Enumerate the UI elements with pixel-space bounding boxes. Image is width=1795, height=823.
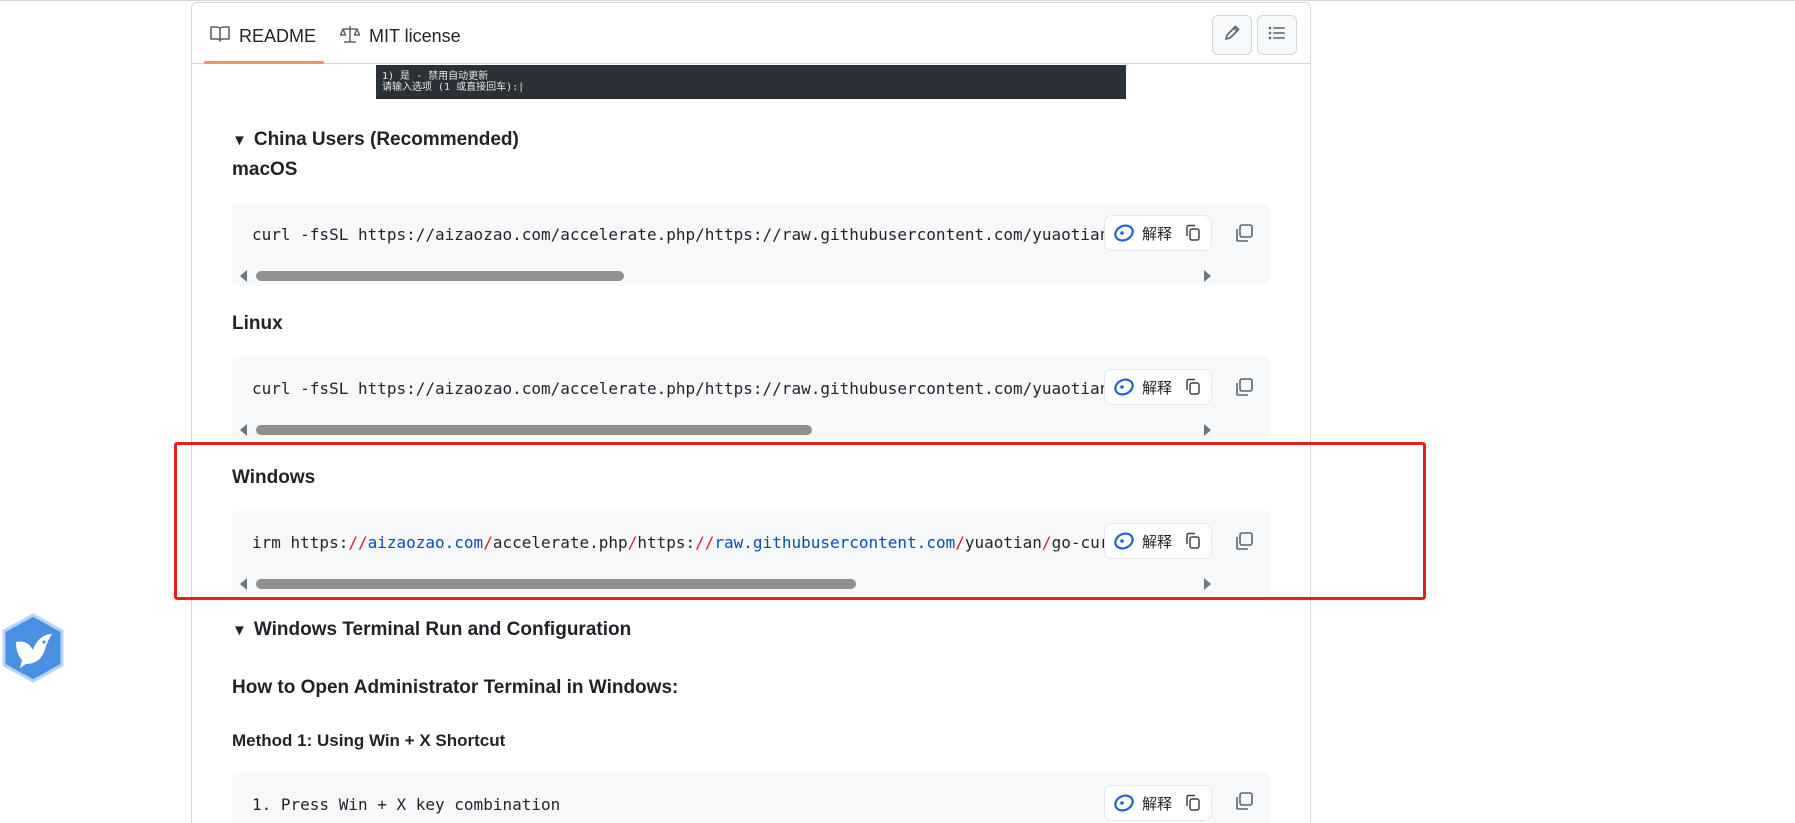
bird-icon: [2, 613, 64, 683]
explain-button[interactable]: 解释: [1104, 785, 1212, 821]
copy-icon: [1236, 378, 1253, 396]
code-text: curl -fsSL https://aizaozao.com/accelera…: [252, 225, 1129, 244]
pencil-icon: [1223, 24, 1241, 47]
triangle-down-icon: ▼: [232, 131, 247, 149]
copy-icon[interactable]: [1185, 224, 1201, 242]
code-block-macos[interactable]: curl -fsSL https://aizaozao.com/accelera…: [232, 203, 1270, 285]
copy-button[interactable]: [1228, 785, 1260, 817]
tab-readme[interactable]: README: [204, 21, 325, 64]
explain-button[interactable]: 解释: [1104, 369, 1212, 405]
highlight-box: [174, 442, 1426, 600]
active-tab-indicator: [204, 61, 325, 64]
triangle-down-icon: ▼: [232, 621, 247, 639]
scrollbar-thumb[interactable]: [256, 271, 624, 281]
scroll-right-icon[interactable]: [1204, 270, 1211, 282]
copy-icon: [1236, 224, 1253, 242]
tab-license-label: MIT license: [369, 25, 461, 46]
book-icon: [210, 25, 239, 48]
heading-method-1: Method 1: Using Win + X Shortcut: [232, 731, 506, 750]
copy-button[interactable]: [1228, 371, 1260, 403]
readme-panel: README MIT license 1) 是 - 禁用自动更新 请输入选项 (…: [191, 2, 1311, 823]
outline-button[interactable]: [1257, 15, 1297, 55]
summary-label: China Users (Recommended): [253, 129, 519, 150]
scroll-left-icon[interactable]: [240, 270, 247, 282]
ai-explain-icon: [1114, 378, 1134, 396]
tab-readme-label: README: [239, 25, 317, 46]
edit-file-button[interactable]: [1212, 15, 1252, 55]
code-text: 1. Press Win + X key combination: [252, 795, 561, 814]
copy-icon[interactable]: [1185, 378, 1201, 396]
ai-explain-icon: [1114, 794, 1134, 812]
list-icon: [1268, 25, 1286, 46]
horizontal-scrollbar[interactable]: [232, 419, 1222, 439]
scroll-left-icon[interactable]: [240, 424, 247, 436]
floating-assistant-button[interactable]: [0, 612, 66, 684]
summary-china-users[interactable]: ▼ China Users (Recommended): [232, 129, 519, 151]
readme-tab-bar: README MIT license: [192, 3, 1310, 64]
explain-label: 解释: [1142, 379, 1173, 397]
summary-windows-terminal[interactable]: ▼ Windows Terminal Run and Configuration: [232, 619, 631, 641]
code-block-steps[interactable]: 1. Press Win + X key combination 解释: [232, 773, 1270, 823]
scrollbar-thumb[interactable]: [256, 425, 812, 435]
horizontal-scrollbar[interactable]: [232, 265, 1222, 285]
terminal-line: 1) 是 - 禁用自动更新: [382, 71, 489, 82]
explain-label: 解释: [1142, 225, 1173, 243]
explain-button[interactable]: 解释: [1104, 215, 1212, 251]
terminal-screenshot: 1) 是 - 禁用自动更新 请输入选项 (1 或直接回车):|: [376, 65, 1126, 99]
code-block-linux[interactable]: curl -fsSL https://aizaozao.com/accelera…: [232, 357, 1270, 439]
scale-icon: [339, 25, 369, 48]
terminal-prompt: 请输入选项 (1 或直接回车):|: [382, 82, 525, 93]
scroll-right-icon[interactable]: [1204, 424, 1211, 436]
copy-icon[interactable]: [1185, 794, 1201, 812]
top-divider: [0, 0, 1795, 1]
explain-label: 解释: [1142, 795, 1173, 813]
tab-license[interactable]: MIT license: [339, 21, 461, 51]
copy-icon: [1236, 792, 1253, 810]
code-text: curl -fsSL https://aizaozao.com/accelera…: [252, 379, 1129, 398]
heading-macos: macOS: [232, 159, 298, 180]
ai-explain-icon: [1114, 224, 1134, 242]
copy-button[interactable]: [1228, 217, 1260, 249]
heading-admin-terminal: How to Open Administrator Terminal in Wi…: [232, 677, 679, 698]
heading-linux: Linux: [232, 313, 283, 334]
summary-label: Windows Terminal Run and Configuration: [253, 619, 632, 640]
